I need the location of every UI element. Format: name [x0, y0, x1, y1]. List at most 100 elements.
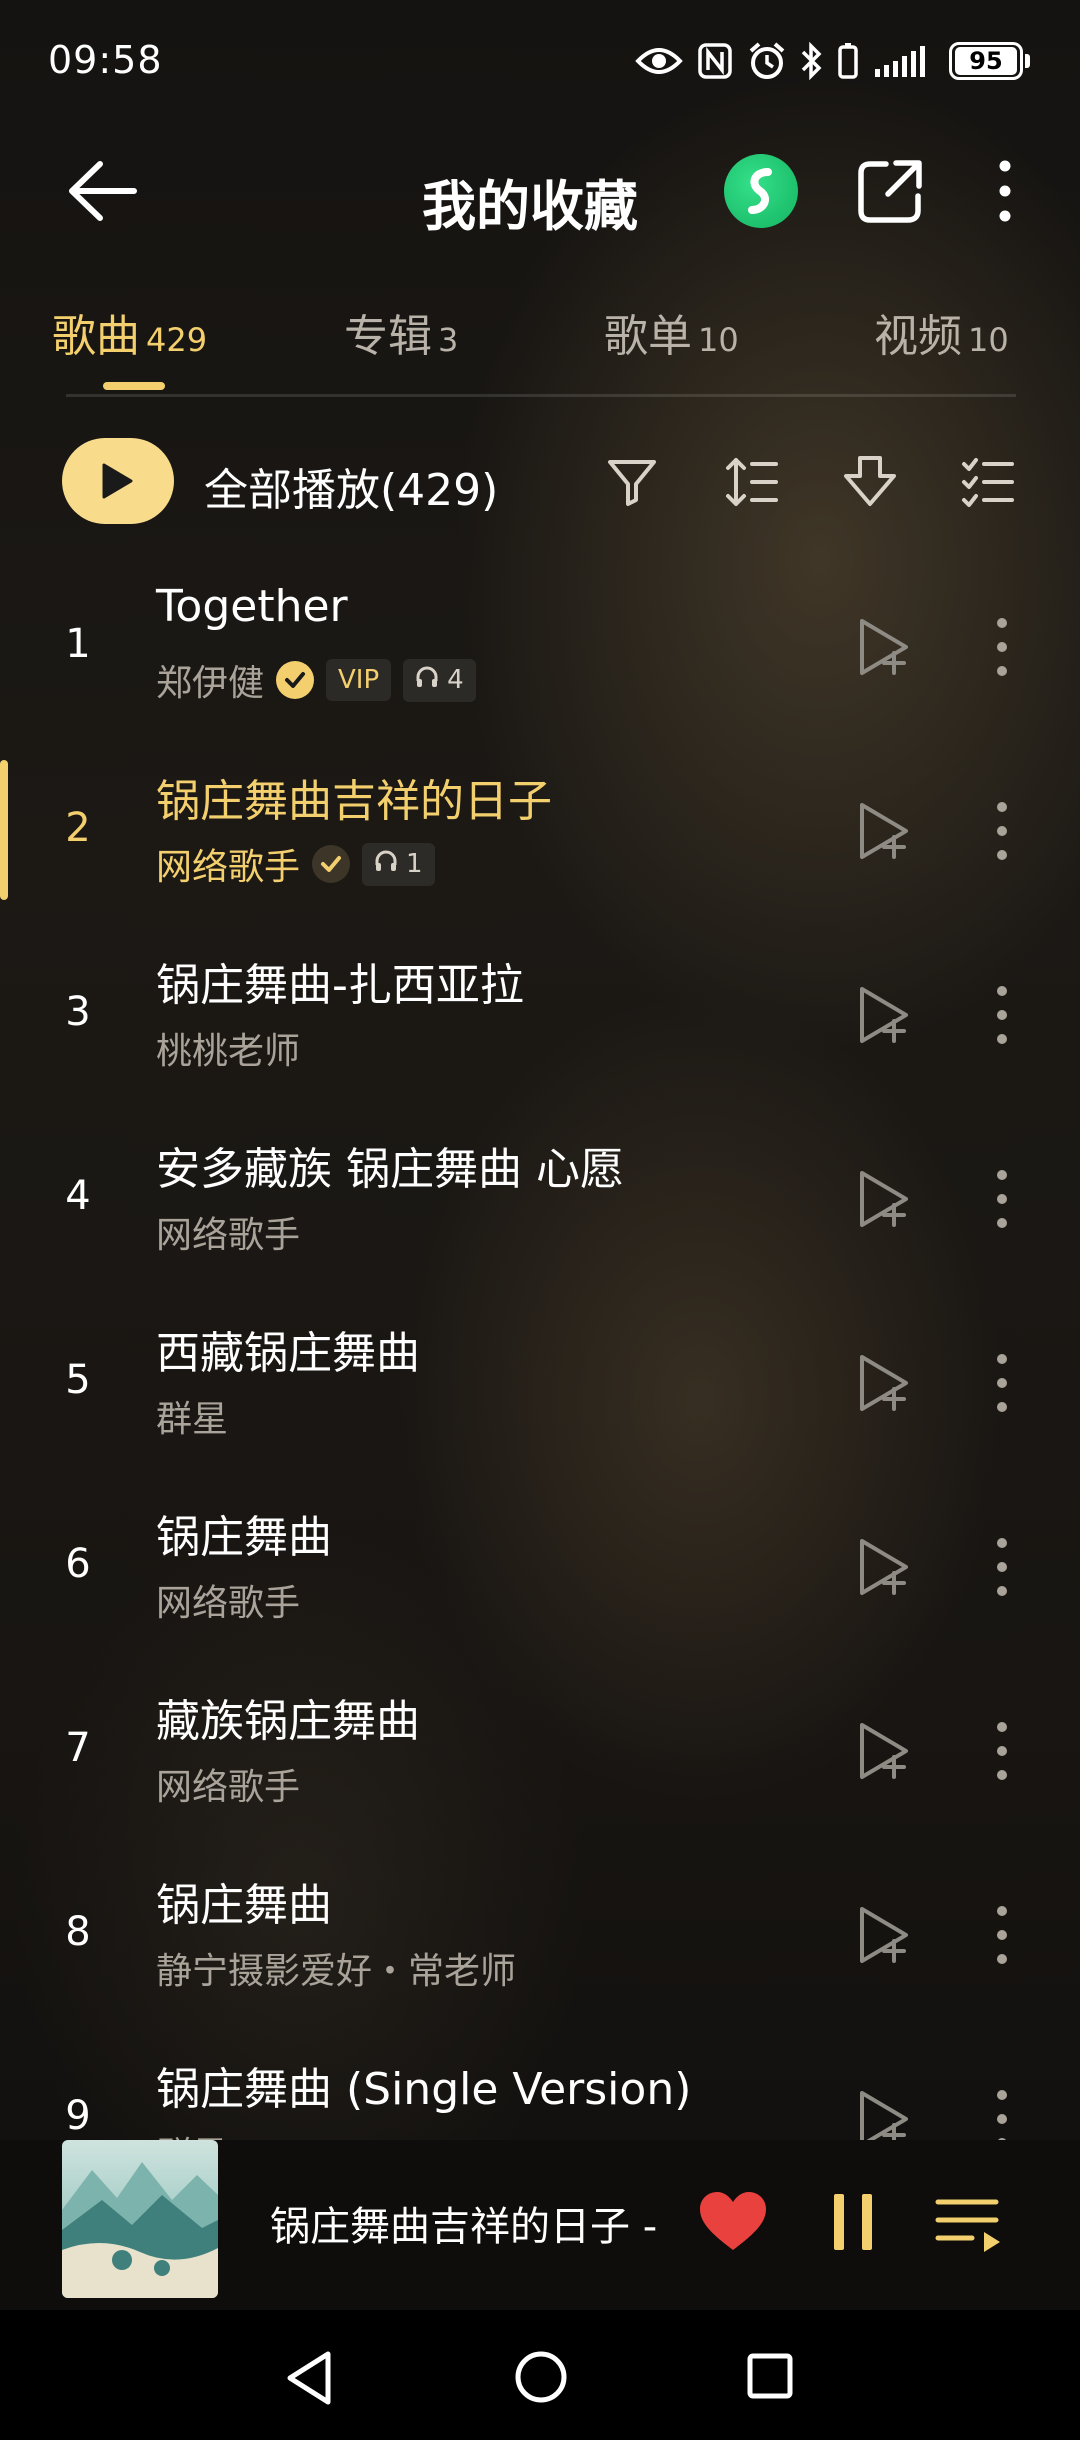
song-title: 安多藏族 锅庄舞曲 心愿	[156, 1144, 624, 1195]
song-row[interactable]: 1 Together 郑伊健 VIP 4	[0, 565, 1080, 749]
song-title: 西藏锅庄舞曲	[156, 1328, 420, 1379]
playlist-icon[interactable]	[934, 2196, 1004, 2254]
album-art[interactable]	[62, 2140, 218, 2298]
listen-count-badge: 4	[403, 658, 476, 702]
song-more-icon[interactable]	[990, 983, 1014, 1047]
header: 我的收藏	[0, 140, 1080, 240]
song-row[interactable]: 4 安多藏族 锅庄舞曲 心愿网络歌手	[0, 1117, 1080, 1301]
status-time: 09:58	[48, 38, 163, 82]
song-more-icon[interactable]	[990, 1351, 1014, 1415]
favorites-page: 09:58 95 我的收藏 歌曲 429 专辑 3 歌单 10 视频 10 全部…	[0, 0, 1080, 2440]
play-all-label[interactable]: 全部播放(429)	[204, 454, 498, 518]
headphone-icon	[415, 665, 439, 696]
nav-home-icon[interactable]	[514, 2350, 568, 2404]
add-to-queue-icon[interactable]	[856, 1169, 912, 1229]
song-more-icon[interactable]	[990, 615, 1014, 679]
song-row[interactable]: 2 锅庄舞曲吉祥的日子网络歌手 1	[0, 749, 1080, 933]
add-to-queue-icon[interactable]	[856, 1353, 912, 1413]
brand-logo-icon[interactable]	[724, 154, 798, 228]
listen-count: 1	[406, 849, 423, 879]
song-more-icon[interactable]	[990, 1903, 1014, 1967]
song-meta: 群星	[156, 1391, 228, 1441]
more-icon[interactable]	[990, 156, 1020, 226]
song-title: 锅庄舞曲 (Single Version)	[156, 2064, 692, 2115]
song-artist: 网络歌手	[156, 1767, 301, 1808]
tab-songs[interactable]: 歌曲 429	[52, 300, 207, 364]
add-to-queue-icon[interactable]	[856, 985, 912, 1045]
bluetooth-icon	[801, 41, 822, 81]
mini-player[interactable]: 锅庄舞曲吉祥的日子 -	[0, 2140, 1080, 2310]
battery-indicator: 95	[949, 42, 1030, 80]
add-to-queue-icon[interactable]	[856, 1537, 912, 1597]
song-meta: 郑伊健 VIP 4	[156, 655, 476, 705]
add-to-queue-icon[interactable]	[856, 801, 912, 861]
song-more-icon[interactable]	[990, 799, 1014, 863]
song-row[interactable]: 3 锅庄舞曲-扎西亚拉桃桃老师	[0, 933, 1080, 1117]
song-row[interactable]: 6 锅庄舞曲 网络歌手	[0, 1485, 1080, 1669]
status-icons: 95	[635, 38, 1030, 84]
sort-icon[interactable]	[724, 454, 780, 510]
song-artist: 静宁摄影爱好・常老师	[156, 1951, 517, 1992]
song-meta: 网络歌手 1	[156, 839, 435, 889]
song-artist: 郑伊健	[156, 663, 265, 704]
song-meta: 网络歌手	[156, 1207, 300, 1257]
verified-icon	[276, 661, 315, 699]
song-index: 7	[65, 1725, 91, 1771]
nav-recents-icon[interactable]	[746, 2352, 794, 2400]
nfc-icon	[698, 43, 732, 79]
song-more-icon[interactable]	[990, 1535, 1014, 1599]
song-title: 锅庄舞曲	[156, 1512, 332, 1563]
song-meta: 静宁摄影爱好・常老师	[156, 1943, 516, 1993]
verified-icon	[312, 845, 351, 883]
add-to-queue-icon[interactable]	[856, 617, 912, 677]
song-artist: 群星	[156, 1399, 229, 1440]
tab-albums[interactable]: 专辑 3	[344, 300, 458, 364]
headphone-icon	[374, 849, 398, 880]
song-index: 1	[65, 621, 91, 667]
song-index: 3	[65, 989, 91, 1035]
song-artist: 网络歌手	[156, 847, 301, 888]
song-title: 锅庄舞曲吉祥的日子	[156, 776, 552, 827]
play-all-button[interactable]	[62, 438, 174, 524]
song-index: 2	[65, 805, 91, 851]
vibrate-battery-icon	[838, 43, 858, 79]
add-to-queue-icon[interactable]	[856, 1905, 912, 1965]
nav-back-icon[interactable]	[284, 2350, 336, 2406]
song-index: 4	[65, 1173, 91, 1219]
song-row[interactable]: 5 西藏锅庄舞曲群星	[0, 1301, 1080, 1485]
song-artist: 网络歌手	[156, 1215, 301, 1256]
tab-videos[interactable]: 视频 10	[874, 300, 1009, 364]
eye-icon	[635, 48, 683, 74]
tab-active-indicator	[103, 382, 165, 390]
song-artist: 桃桃老师	[156, 1031, 301, 1072]
song-index: 5	[65, 1357, 91, 1403]
download-icon[interactable]	[842, 454, 898, 510]
song-title: 藏族锅庄舞曲	[156, 1696, 420, 1747]
alarm-icon	[749, 42, 785, 79]
add-to-queue-icon[interactable]	[856, 1721, 912, 1781]
song-meta: 网络歌手	[156, 1575, 300, 1625]
pause-icon[interactable]	[830, 2192, 876, 2252]
song-index: 9	[65, 2093, 91, 2139]
song-index: 8	[65, 1909, 91, 1955]
song-more-icon[interactable]	[990, 1719, 1014, 1783]
listen-count-badge: 1	[362, 842, 435, 886]
list-toolbar: 全部播放(429)	[0, 430, 1080, 530]
heart-icon[interactable]	[698, 2190, 768, 2252]
system-nav-bar	[0, 2310, 1080, 2440]
song-artist: 网络歌手	[156, 1583, 301, 1624]
signal-icon	[875, 46, 925, 77]
tab-playlists[interactable]: 歌单 10	[604, 300, 739, 364]
share-icon[interactable]	[856, 158, 924, 226]
song-title: 锅庄舞曲-扎西亚拉	[156, 960, 524, 1011]
mini-player-title[interactable]: 锅庄舞曲吉祥的日子 -	[270, 2194, 660, 2252]
status-bar: 09:58 95	[0, 0, 1080, 120]
listen-count: 4	[447, 665, 464, 695]
song-row[interactable]: 7 藏族锅庄舞曲网络歌手	[0, 1669, 1080, 1853]
battery-level: 95	[955, 47, 1017, 75]
filter-icon[interactable]	[604, 454, 660, 510]
multi-select-icon[interactable]	[960, 454, 1016, 510]
song-title: 锅庄舞曲	[156, 1880, 332, 1931]
song-more-icon[interactable]	[990, 1167, 1014, 1231]
song-row[interactable]: 8 锅庄舞曲静宁摄影爱好・常老师	[0, 1853, 1080, 2037]
